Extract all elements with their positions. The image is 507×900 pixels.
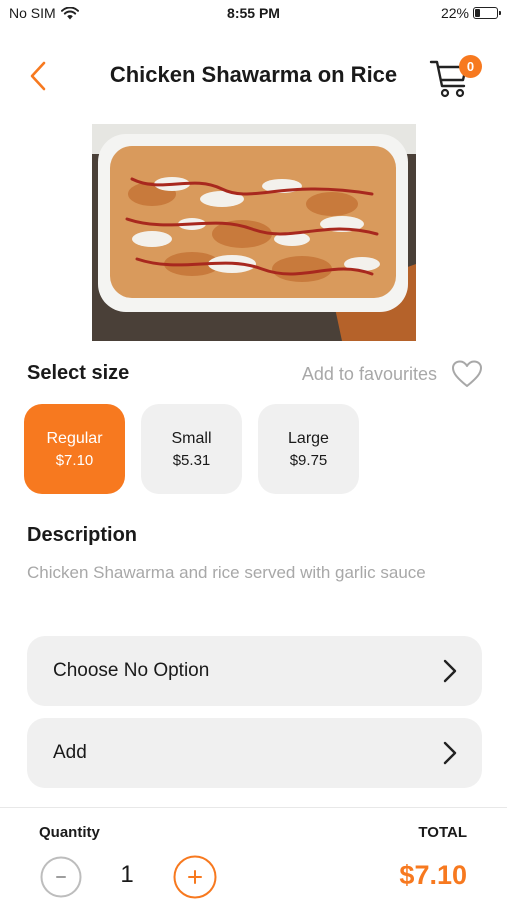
cart-button[interactable]: 0 xyxy=(428,54,484,100)
option-label: Choose No Option xyxy=(53,660,210,681)
size-options: Regular $7.10 Small $5.31 Large $9.75 xyxy=(24,404,359,494)
heart-icon xyxy=(452,360,482,387)
description-text: Chicken Shawarma and rice served with ga… xyxy=(27,563,426,582)
header: Chicken Shawarma on Rice 0 xyxy=(0,48,507,104)
battery-percentage: 22% xyxy=(440,5,469,21)
chevron-right-icon xyxy=(443,659,457,683)
plus-icon xyxy=(173,855,217,899)
chevron-left-icon xyxy=(30,61,46,91)
chevron-right-icon xyxy=(443,741,457,765)
food-photo xyxy=(92,124,416,341)
quantity-label: Quantity xyxy=(39,824,100,841)
size-option-regular[interactable]: Regular $7.10 xyxy=(24,404,125,494)
select-size-title: Select size xyxy=(27,362,130,384)
status-bar: No SIM 8:55 PM 22% xyxy=(0,0,507,28)
option-label: Add xyxy=(53,742,87,763)
size-option-price: $9.75 xyxy=(289,451,328,469)
choose-option-row[interactable]: Choose No Option xyxy=(27,636,482,706)
status-right: 22% xyxy=(440,5,501,21)
back-button[interactable] xyxy=(22,60,54,92)
add-to-favourites-label: Add to favourites xyxy=(301,363,437,384)
minus-icon xyxy=(40,856,82,898)
size-option-small[interactable]: Small $5.31 xyxy=(141,404,242,494)
size-option-price: $7.10 xyxy=(55,451,94,469)
battery-level xyxy=(475,9,481,17)
total-price: $7.10 xyxy=(399,860,467,890)
add-to-favourites-button[interactable]: Add to favourites xyxy=(302,360,483,388)
page-title: Chicken Shawarma on Rice xyxy=(109,62,398,87)
size-option-name: Small xyxy=(171,429,212,447)
size-option-name: Regular xyxy=(46,429,103,447)
quantity-value: 1 xyxy=(120,861,134,888)
clock: 8:55 PM xyxy=(227,5,280,21)
add-option-row[interactable]: Add xyxy=(27,718,482,788)
quantity-decrease-button[interactable] xyxy=(40,856,82,898)
size-option-large[interactable]: Large $9.75 xyxy=(258,404,359,494)
size-option-price: $5.31 xyxy=(172,451,211,469)
size-option-name: Large xyxy=(288,429,329,447)
footer-divider xyxy=(0,807,507,808)
quantity-increase-button[interactable] xyxy=(173,855,217,899)
total-label: TOTAL xyxy=(418,824,467,841)
size-header: Select size Add to favourites xyxy=(0,360,507,390)
battery-icon xyxy=(473,7,501,19)
description-title: Description xyxy=(27,524,138,546)
cart-count-badge: 0 xyxy=(459,55,482,78)
